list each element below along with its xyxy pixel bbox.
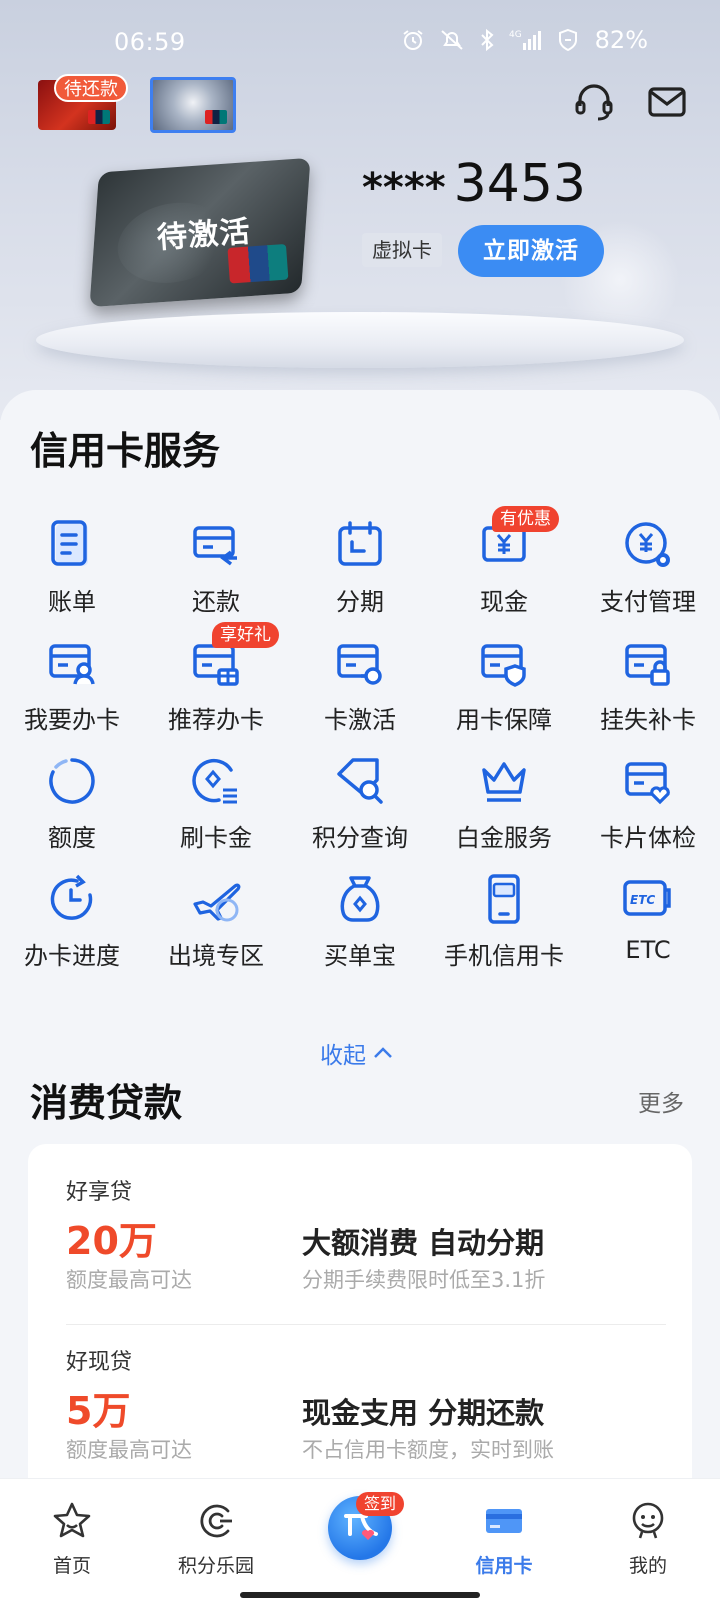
- bluetooth-icon: [480, 28, 494, 52]
- signal-icon: 4G: [509, 30, 541, 50]
- service-label: 买单宝: [324, 942, 396, 970]
- tab-label: 首页: [52, 1555, 91, 1577]
- battery-percent: 82%: [594, 26, 648, 54]
- loan-amount: 5万: [66, 1389, 131, 1433]
- loan-name: 好享贷: [66, 1180, 133, 1205]
- unionpay-logo: [205, 110, 227, 124]
- service-label: 支付管理: [600, 588, 696, 616]
- shield-battery-icon: [558, 28, 577, 52]
- card-number-mask: ****: [362, 165, 446, 211]
- phone-card-icon: [488, 874, 520, 924]
- repay-icon: [193, 526, 237, 566]
- service-label: 我要办卡: [24, 706, 120, 734]
- card-protect-icon: [481, 644, 526, 687]
- loans-section-title: 消费贷款: [30, 1081, 183, 1125]
- service-label: 还款: [192, 588, 240, 616]
- pending-repay-badge: 待还款: [54, 74, 128, 102]
- unionpay-logo: [88, 110, 110, 124]
- card-pedestal: [36, 312, 684, 368]
- profile-icon: [632, 1502, 664, 1539]
- status-time: 06:59: [114, 28, 186, 56]
- services-section-title: 信用卡服务: [30, 429, 221, 473]
- points-park-icon: [200, 1504, 232, 1538]
- sign-in-badge: 签到: [356, 1492, 405, 1516]
- home-indicator: [240, 1592, 480, 1598]
- chevron-up-icon: [374, 1047, 392, 1058]
- loan-name: 好现贷: [66, 1350, 133, 1375]
- limit-icon: [49, 758, 95, 804]
- apply-card-icon: [49, 644, 95, 685]
- calendar-icon: [338, 521, 382, 566]
- collapse-toggle[interactable]: 收起: [320, 1036, 394, 1070]
- service-label: 手机信用卡: [444, 942, 564, 970]
- points-search-icon: [337, 758, 383, 804]
- alarm-icon: [403, 30, 423, 50]
- svg-text:4G: 4G: [509, 30, 522, 40]
- tab-label: 信用卡: [475, 1555, 533, 1577]
- crown-icon: [482, 762, 526, 802]
- card-lock-icon: [625, 644, 670, 686]
- money-bag-icon: [340, 876, 380, 922]
- loan-description: 不占信用卡额度，实时到账: [302, 1438, 554, 1462]
- gift-badge: 享好礼: [212, 622, 279, 648]
- service-label: 刷卡金: [180, 824, 252, 852]
- service-label: 白金服务: [456, 824, 552, 852]
- credit-card-image[interactable]: 待激活: [89, 157, 311, 308]
- credit-card-icon: [486, 1509, 522, 1533]
- swipe-reward-icon: [192, 758, 237, 804]
- loans-card: 好享贷 20万 额度最高可达 大额消费 自动分期 分期手续费限时低至3.1折 好…: [28, 1144, 692, 1504]
- service-label: 账单: [48, 588, 96, 616]
- service-label: 分期: [336, 588, 384, 616]
- plane-icon: [193, 883, 241, 922]
- loan-amount-caption: 额度最高可达: [66, 1268, 192, 1292]
- card-activate-icon: [337, 644, 382, 685]
- activate-now-button[interactable]: 立即激活: [458, 225, 604, 277]
- progress-icon: [50, 874, 93, 920]
- loan-item-haoxiang[interactable]: 好享贷 20万 额度最高可达 大额消费 自动分期 分期手续费限时低至3.1折: [28, 1144, 692, 1314]
- card-thumbnail-selected[interactable]: [150, 77, 236, 133]
- mute-icon: [440, 30, 463, 50]
- loan-amount: 20万: [66, 1219, 157, 1263]
- loan-amount-caption: 额度最高可达: [66, 1438, 192, 1462]
- loan-description: 分期手续费限时低至3.1折: [302, 1268, 546, 1292]
- virtual-card-tag: 虚拟卡: [362, 233, 442, 267]
- service-label: 积分查询: [312, 824, 408, 852]
- discount-badge: 有优惠: [492, 506, 559, 532]
- tab-label: 积分乐园: [177, 1555, 254, 1577]
- tab-label: 我的: [628, 1555, 667, 1577]
- mail-icon[interactable]: [645, 80, 689, 124]
- service-label: 卡片体检: [600, 824, 696, 852]
- card-number: **** 3453: [362, 158, 586, 210]
- service-label: 卡激活: [324, 706, 396, 734]
- loan-item-haoxian[interactable]: 好现贷 5万 额度最高可达 现金支用 分期还款 不占信用卡额度，实时到账: [28, 1314, 692, 1484]
- service-label: 额度: [48, 824, 96, 852]
- card-number-last-digits: 3453: [453, 154, 587, 214]
- bill-icon: [51, 520, 88, 566]
- service-label: 挂失补卡: [600, 706, 696, 734]
- service-label: 推荐办卡: [168, 706, 264, 734]
- etc-icon: ETC: [623, 880, 671, 916]
- card-health-icon: [625, 762, 670, 805]
- headset-icon[interactable]: [572, 80, 616, 124]
- loan-headline: 现金支用 分期还款: [302, 1396, 545, 1430]
- loan-headline: 大额消费 自动分期: [302, 1226, 545, 1260]
- service-label: 现金: [480, 588, 528, 616]
- unionpay-logo: [227, 243, 289, 284]
- service-label: 办卡进度: [24, 942, 120, 970]
- status-bar: 06:59 4G 82%: [0, 22, 720, 62]
- service-label: 用卡保障: [456, 706, 552, 734]
- service-label: 出境专区: [168, 942, 264, 970]
- home-star-icon: [53, 1502, 91, 1538]
- pay-settings-icon: [625, 522, 670, 567]
- loans-more-link[interactable]: 更多: [638, 1084, 684, 1118]
- collapse-label: 收起: [320, 1043, 366, 1069]
- svg-text:ETC: ETC: [630, 893, 655, 907]
- status-icons: 4G 82%: [401, 26, 648, 54]
- service-label: ETC: [625, 936, 671, 964]
